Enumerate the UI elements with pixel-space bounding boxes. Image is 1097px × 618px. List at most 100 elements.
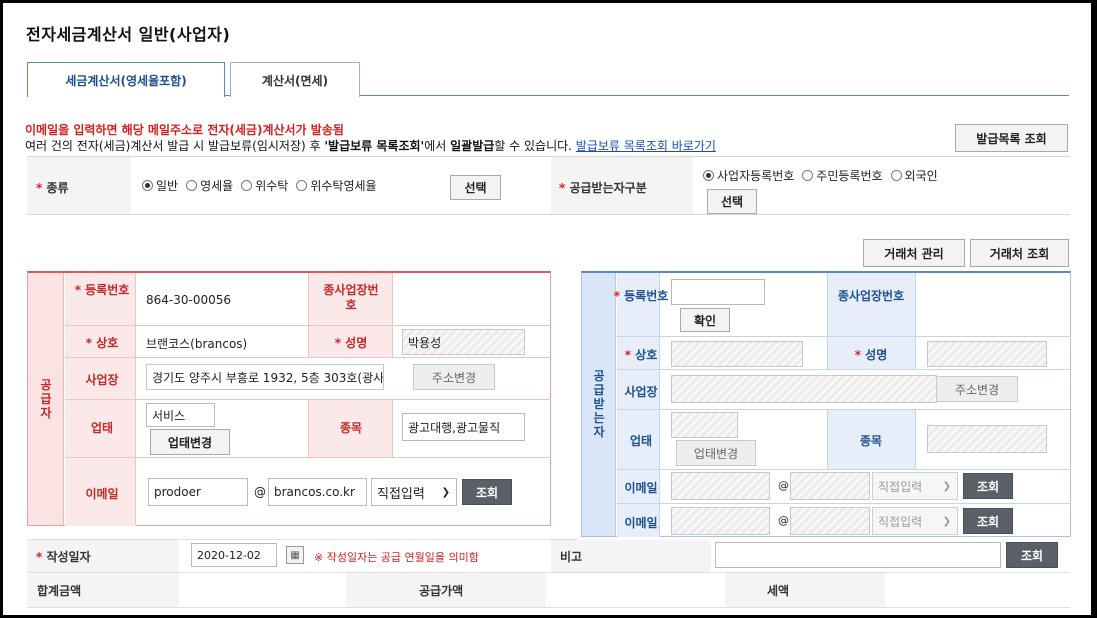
type-select-button[interactable]: 선택 [450,175,501,200]
radio-biz-reg-no-dot [703,170,714,181]
receiver-email2-select[interactable]: 직접입력 ❯ [872,507,958,535]
tab-bar: 세금계산서(영세율포함) 계산서(면세) [27,62,1069,97]
tab-invoice-exempt[interactable]: 계산서(면세) [230,62,360,97]
radio-consignment-zero[interactable]: 위수탁영세율 [296,177,377,194]
radio-foreigner[interactable]: 외국인 [890,167,938,184]
supplier-biz-type-label: 업태 [90,421,114,435]
calendar-icon[interactable]: ▦ [286,546,304,564]
receiver-biz-item-label: 종목 [859,434,883,448]
receiver-email2-domain-input[interactable] [790,507,870,535]
radio-consignment[interactable]: 위수탁 [241,177,288,194]
receiver-side-label: 공급받는자 [593,369,605,439]
receiver-email-select[interactable]: 직접입력 ❯ [872,472,958,500]
radio-zero-rate-dot [186,180,198,191]
write-date-input[interactable]: 2020-12-02 [191,543,277,567]
radio-zero-rate[interactable]: 영세율 [186,177,233,194]
radio-general-dot [142,180,153,191]
receiver-email2-id-input[interactable] [671,507,770,535]
supplier-email-domain-input[interactable]: brancos.co.kr [268,478,367,506]
email-notice: 이메일을 입력하면 해당 메일주소로 전자(세금)계산서가 발송됨 [25,123,344,137]
notice-text-2: 에서 [424,139,451,153]
supplier-reg-no: 864-30-00056 [146,293,232,307]
supplier-address-label: 사업장 [85,373,119,387]
receiver-ceo-input[interactable] [927,341,1047,367]
remark-input[interactable] [715,542,1001,568]
radio-resident-no-dot [802,170,814,181]
partner-lookup-button[interactable]: 거래처 조회 [970,239,1069,267]
chevron-down-icon: ❯ [942,515,951,527]
supplier-name: 브랜코스(brancos) [146,337,248,351]
type-label-text: 종류 [46,181,69,195]
supplier-email-select[interactable]: 직접입력 ❯ [371,478,457,506]
notice-bold-2: 일괄발급 [450,139,495,153]
receiver-email-lookup-button[interactable]: 조회 [963,473,1013,499]
radio-foreigner-label: 외국인 [904,169,938,183]
receiver-email2-select-value: 직접입력 [878,514,923,529]
total-amount-label: 합계금액 [37,584,82,598]
receiver-email-select-value: 직접입력 [878,479,923,494]
receiver-sub-biz-label: 종사업장번호 [837,289,905,303]
radio-general-label: 일반 [156,179,179,193]
pending-list-link[interactable]: 발급보류 목록조회 바로가기 [576,139,716,153]
radio-resident-no-label: 주민등록번호 [816,169,883,183]
receiver-biz-item-input[interactable] [927,425,1047,453]
supplier-ceo-input[interactable]: 박용성 [402,329,525,355]
supplier-biz-item-input[interactable]: 광고대행,광고물직 [402,413,525,441]
receiver-biz-type-input[interactable] [671,412,738,438]
supplier-email-label: 이메일 [85,487,119,501]
write-date-label: * 작성일자 [36,550,91,564]
type-radio-group: 일반 영세율 위수탁 위수탁영세율 [142,177,385,194]
radio-resident-no[interactable]: 주민등록번호 [802,167,883,184]
supplier-email-lookup-button[interactable]: 조회 [462,479,512,505]
radio-consignment-label: 위수탁 [255,179,289,193]
tax-amount-label: 세액 [767,584,790,598]
supplier-sub-biz-label: 종사업장번호 [323,283,379,312]
partner-manage-button[interactable]: 거래처 관리 [863,239,965,267]
notice-bold-1: '발급보류 목록조회' [324,139,425,153]
receiver-email-id-input[interactable] [671,472,770,500]
receiver-ceo-label: * 성명 [854,348,888,362]
recipient-type-select-button[interactable]: 선택 [707,189,757,214]
supplier-name-label-text: 상호 [96,336,119,350]
supplier-biz-type-input[interactable]: 서비스 [146,403,215,427]
receiver-ceo-label-text: 성명 [865,348,888,362]
supplier-biz-item-label: 종목 [339,421,363,435]
receiver-address-change-button[interactable]: 주소변경 [936,376,1018,402]
receiver-email2-lookup-button[interactable]: 조회 [963,508,1013,534]
tab-tax-invoice[interactable]: 세금계산서(영세율포함) [27,62,225,97]
receiver-email-domain-input[interactable] [790,472,870,500]
supplier-section: 공급자 * 등록번호 864-30-00056 종사업장번호 * 상호 브랜코스… [27,271,551,526]
receiver-section: 공급받는자 * 등록번호 확인 종사업장번호 * 상호 * 성명 사업장 주소변… [581,271,1071,537]
supplier-email-id-input[interactable]: prodoer [148,478,248,506]
receiver-name-label-text: 상호 [635,348,658,362]
receiver-label-col-bg [617,273,659,537]
radio-consignment-dot [241,180,253,191]
supplier-email-at: @ [254,485,266,499]
receiver-biz-type-change-button[interactable]: 업태변경 [676,440,756,466]
supplier-biz-type-change-button[interactable]: 업태변경 [150,429,230,455]
remark-lookup-button[interactable]: 조회 [1006,542,1058,568]
receiver-name-input[interactable] [671,341,803,367]
recipient-type-label-text: 공급받는자구분 [569,181,647,195]
recipient-type-radio-group: 사업자등록번호 주민등록번호 외국인 [703,167,946,184]
supplier-ceo-label: * 성명 [334,336,368,350]
radio-consignment-zero-dot [296,180,308,191]
receiver-address-input[interactable] [671,375,937,403]
radio-general[interactable]: 일반 [142,177,178,194]
receiver-reg-no-input[interactable] [671,279,765,305]
supplier-email-select-value: 직접입력 [377,486,425,502]
tax-label-cell [725,573,885,607]
supplier-reg-no-label: * 등록번호 [74,283,130,297]
radio-biz-reg-no[interactable]: 사업자등록번호 [703,167,794,184]
supplier-name-label: * 상호 [85,336,119,350]
supplier-address-change-button[interactable]: 주소변경 [413,364,495,390]
page-title: 전자세금계산서 일반(사업자) [26,25,231,44]
chevron-down-icon: ❯ [441,486,450,498]
write-date-label-text: 작성일자 [46,550,91,564]
invoice-form-window: 전자세금계산서 일반(사업자) 세금계산서(영세율포함) 계산서(면세) 이메일… [3,3,1091,615]
radio-consignment-zero-label: 위수탁영세율 [310,179,377,193]
receiver-confirm-button[interactable]: 확인 [680,308,730,332]
issue-list-button[interactable]: 발급목록 조회 [955,124,1068,152]
receiver-email-at: @ [778,479,789,492]
supplier-address-input[interactable]: 경기도 양주시 부흥로 1932, 5층 303호(광사 [146,364,384,390]
